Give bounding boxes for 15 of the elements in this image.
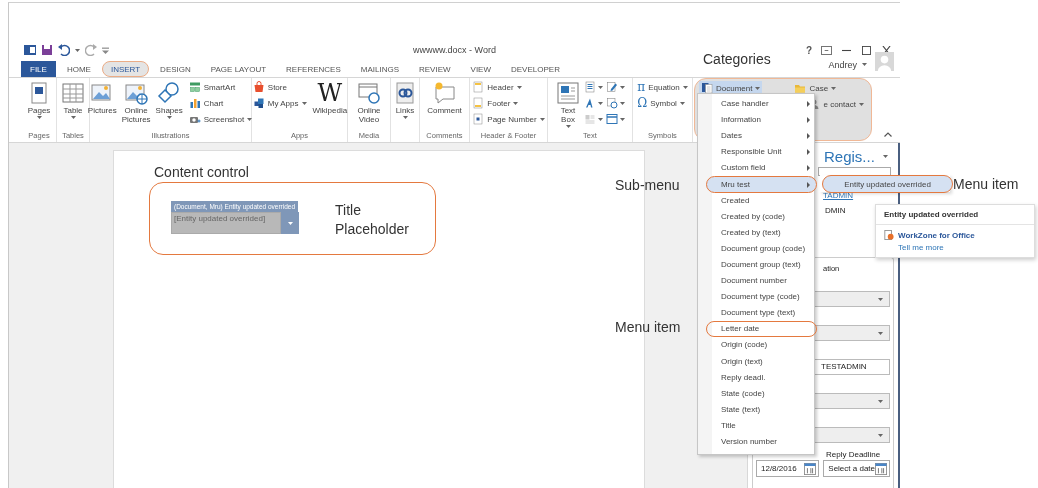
annotation-label: Title Placeholder xyxy=(335,201,410,239)
annotation-label: Menu item xyxy=(953,176,1019,192)
pane-title: Regis... xyxy=(824,147,875,165)
field-label: Reply Deadline xyxy=(826,450,882,459)
annotation-label: Sub-menu xyxy=(615,177,680,193)
annotation-label: Categories xyxy=(703,51,771,67)
user-name: DMIN xyxy=(825,206,846,215)
add-in-name: WorkZone for Office xyxy=(898,230,975,240)
serif-w-icon: W xyxy=(317,81,343,105)
window-title: wwwww.docx - Word xyxy=(413,45,496,55)
pi-icon: π xyxy=(637,81,646,93)
annotation-label: Menu item xyxy=(615,319,681,335)
tooltip-title: Entity updated overrided xyxy=(876,210,1034,225)
annotation-label: Content control xyxy=(154,164,250,180)
omega-icon: Ω xyxy=(637,97,648,109)
